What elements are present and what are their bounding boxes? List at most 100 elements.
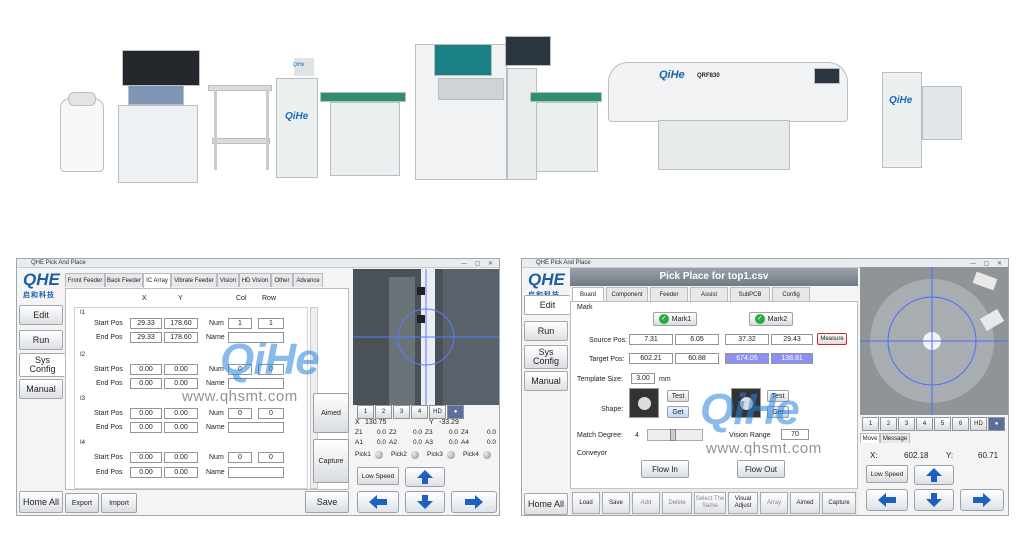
end-x-field[interactable]: 0.00	[130, 467, 162, 478]
mark1-button[interactable]: ✓ Mark1	[653, 312, 697, 326]
aimed-button[interactable]: Aimed	[313, 393, 349, 433]
import-button[interactable]: Import	[101, 493, 137, 513]
tab-subpcb[interactable]: SubPCB	[730, 287, 770, 301]
nav-sys-config-button[interactable]: Sys Config	[19, 353, 65, 377]
slider-thumb[interactable]	[670, 429, 676, 441]
num-row-field[interactable]: 0	[258, 408, 284, 419]
nav-manual-button[interactable]: Manual	[524, 371, 568, 391]
camera-1-button[interactable]: 1	[357, 405, 374, 419]
start-x-field[interactable]: 29.33	[130, 318, 162, 329]
jog-down-button[interactable]	[405, 491, 445, 513]
tab-config[interactable]: Config	[772, 287, 810, 301]
start-x-field[interactable]: 0.00	[130, 364, 162, 375]
aimed-button[interactable]: Aimed	[790, 492, 820, 514]
num-col-field[interactable]: 0	[228, 452, 252, 463]
tab-ic-array[interactable]: IC Array	[143, 273, 171, 288]
end-y-field[interactable]: 178.60	[164, 332, 198, 343]
array-button[interactable]: Array	[760, 492, 788, 514]
name-field[interactable]	[228, 422, 284, 433]
export-button[interactable]: Export	[65, 493, 99, 513]
tab-assist[interactable]: Assist	[690, 287, 728, 301]
tab-feeder[interactable]: Feeder	[650, 287, 688, 301]
camera-4-button[interactable]: 4	[916, 417, 933, 431]
save-button[interactable]: Save	[602, 492, 630, 514]
match-degree-slider[interactable]	[647, 429, 703, 441]
nav-edit-button[interactable]: Edit	[19, 305, 63, 325]
num-col-field[interactable]: 1	[228, 318, 252, 329]
visual-adjust-button[interactable]: Visual Adjust	[728, 492, 758, 514]
delete-button[interactable]: Delete	[662, 492, 692, 514]
end-x-field[interactable]: 0.00	[130, 378, 162, 389]
jog-right-button[interactable]	[960, 489, 1004, 511]
tab-vibrate-feeder[interactable]: Vibrate Feeder	[171, 273, 217, 287]
start-y-field[interactable]: 0.00	[164, 408, 198, 419]
target2-y-field[interactable]: 138.91	[771, 353, 813, 364]
camera-hd-button[interactable]: HD	[429, 405, 446, 419]
measure-button[interactable]: Measure	[817, 333, 847, 345]
camera-2-button[interactable]: 2	[880, 417, 897, 431]
source2-x-field[interactable]: 37.32	[725, 334, 769, 345]
capture-button[interactable]: Capture	[822, 492, 856, 514]
tab-other[interactable]: Other	[271, 273, 293, 287]
jog-right-button[interactable]	[451, 491, 497, 513]
flow-in-button[interactable]: Flow In	[641, 460, 689, 478]
camera-3-button[interactable]: 3	[898, 417, 915, 431]
shape1-test-button[interactable]: Test	[667, 390, 689, 402]
camera-5-button[interactable]: 5	[934, 417, 951, 431]
num-row-field[interactable]: 0	[258, 452, 284, 463]
end-x-field[interactable]: 29.33	[130, 332, 162, 343]
start-x-field[interactable]: 0.00	[130, 452, 162, 463]
start-y-field[interactable]: 178.60	[164, 318, 198, 329]
nav-run-button[interactable]: Run	[19, 330, 63, 350]
load-button[interactable]: Load	[572, 492, 600, 514]
capture-button[interactable]: Capture	[313, 439, 349, 483]
end-y-field[interactable]: 0.00	[164, 467, 198, 478]
num-col-field[interactable]: 0	[228, 408, 252, 419]
tab-hd-vision[interactable]: HD Vision	[239, 273, 271, 287]
add-button[interactable]: Add	[632, 492, 660, 514]
name-field[interactable]	[228, 467, 284, 478]
select-the-same-button[interactable]: Select The Same	[694, 492, 726, 514]
tab-advance[interactable]: Advance	[293, 273, 323, 287]
jog-down-button[interactable]	[914, 489, 954, 511]
nav-run-button[interactable]: Run	[524, 321, 568, 341]
source1-x-field[interactable]: 7.31	[629, 334, 673, 345]
target2-x-field[interactable]: 674.05	[725, 353, 769, 364]
jog-left-button[interactable]	[866, 489, 908, 511]
nav-manual-button[interactable]: Manual	[19, 379, 63, 399]
template-size-field[interactable]: 3.00	[631, 373, 655, 384]
tab-vision[interactable]: Vision	[217, 273, 239, 287]
tab-board[interactable]: Board	[572, 287, 604, 302]
tab-move[interactable]: Move	[860, 433, 880, 443]
tab-component[interactable]: Component	[606, 287, 648, 301]
camera-2-button[interactable]: 2	[375, 405, 392, 419]
jog-up-button[interactable]	[914, 465, 954, 485]
low-speed-button[interactable]: Low Speed	[357, 467, 399, 485]
nav-edit-button[interactable]: Edit	[524, 295, 570, 315]
location-pin-icon[interactable]: ●	[447, 405, 464, 419]
mark2-button[interactable]: ✓ Mark2	[749, 312, 793, 326]
window-controls-icon[interactable]: — ▢ ✕	[461, 260, 496, 269]
flow-out-button[interactable]: Flow Out	[737, 460, 785, 478]
num-row-field[interactable]: 1	[258, 318, 284, 329]
target1-x-field[interactable]: 602.21	[629, 353, 673, 364]
start-y-field[interactable]: 0.00	[164, 452, 198, 463]
start-y-field[interactable]: 0.00	[164, 364, 198, 375]
start-x-field[interactable]: 0.00	[130, 408, 162, 419]
shape1-get-button[interactable]: Get	[667, 406, 689, 418]
home-all-button[interactable]: Home All	[19, 491, 63, 513]
end-x-field[interactable]: 0.00	[130, 422, 162, 433]
camera-hd-button[interactable]: HD	[970, 417, 987, 431]
home-all-button[interactable]: Home All	[524, 493, 568, 515]
tab-message[interactable]: Message	[880, 433, 910, 443]
nav-sys-config-button[interactable]: Sys Config	[524, 345, 568, 369]
jog-up-button[interactable]	[405, 467, 445, 487]
camera-3-button[interactable]: 3	[393, 405, 410, 419]
camera-6-button[interactable]: 6	[952, 417, 969, 431]
end-y-field[interactable]: 0.00	[164, 422, 198, 433]
jog-left-button[interactable]	[357, 491, 399, 513]
camera-4-button[interactable]: 4	[411, 405, 428, 419]
save-button[interactable]: Save	[305, 491, 349, 513]
location-pin-icon[interactable]: ●	[988, 417, 1005, 431]
camera-1-button[interactable]: 1	[862, 417, 879, 431]
